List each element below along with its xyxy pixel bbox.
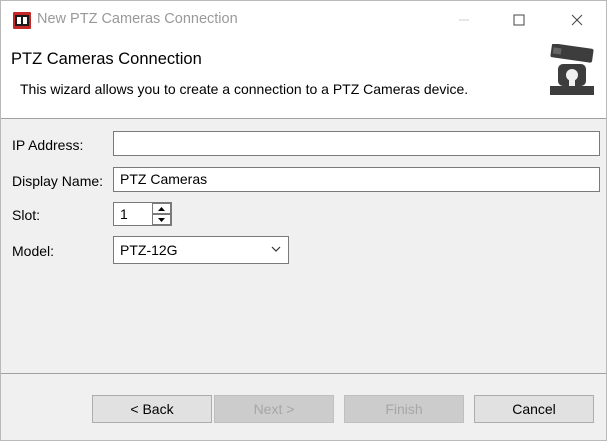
minimize-button[interactable]	[441, 1, 487, 39]
arrow-down-icon	[158, 217, 165, 222]
slot-spinner[interactable]: 1	[113, 202, 172, 226]
arrow-up-icon	[158, 206, 165, 211]
chevron-down-icon	[271, 246, 281, 252]
ip-address-input[interactable]	[113, 131, 600, 156]
back-button[interactable]: < Back	[92, 395, 212, 423]
page-description: This wizard allows you to create a conne…	[20, 81, 469, 97]
wizard-banner: PTZ Cameras Connection This wizard allow…	[1, 39, 606, 119]
spinner-down-button[interactable]	[152, 214, 171, 225]
model-selected-value: PTZ-12G	[120, 242, 178, 258]
model-dropdown[interactable]: PTZ-12G	[113, 236, 289, 264]
close-icon	[571, 14, 583, 26]
spinner-up-button[interactable]	[152, 203, 171, 214]
title-bar[interactable]: New PTZ Cameras Connection	[1, 1, 606, 39]
slot-value[interactable]: 1	[120, 206, 128, 222]
ptz-camera-icon	[550, 44, 594, 95]
display-name-label: Display Name:	[12, 173, 104, 189]
cancel-button[interactable]: Cancel	[474, 395, 594, 423]
next-button[interactable]: Next >	[214, 395, 334, 423]
finish-button[interactable]: Finish	[344, 395, 464, 423]
spinner-buttons	[152, 203, 171, 225]
slot-label: Slot:	[12, 207, 41, 223]
window-title: New PTZ Cameras Connection	[37, 11, 238, 27]
minimize-icon	[459, 19, 469, 21]
page-title: PTZ Cameras Connection	[11, 50, 202, 68]
wizard-window: New PTZ Cameras Connection PTZ Cameras C…	[0, 0, 607, 441]
display-name-input[interactable]: PTZ Cameras	[113, 167, 600, 192]
close-button[interactable]	[554, 1, 600, 39]
maximize-icon	[513, 14, 525, 26]
footer-separator	[1, 373, 606, 374]
maximize-button[interactable]	[496, 1, 542, 39]
model-label: Model:	[12, 243, 55, 259]
ip-address-label: IP Address:	[12, 137, 84, 153]
app-logo-icon	[13, 12, 31, 29]
